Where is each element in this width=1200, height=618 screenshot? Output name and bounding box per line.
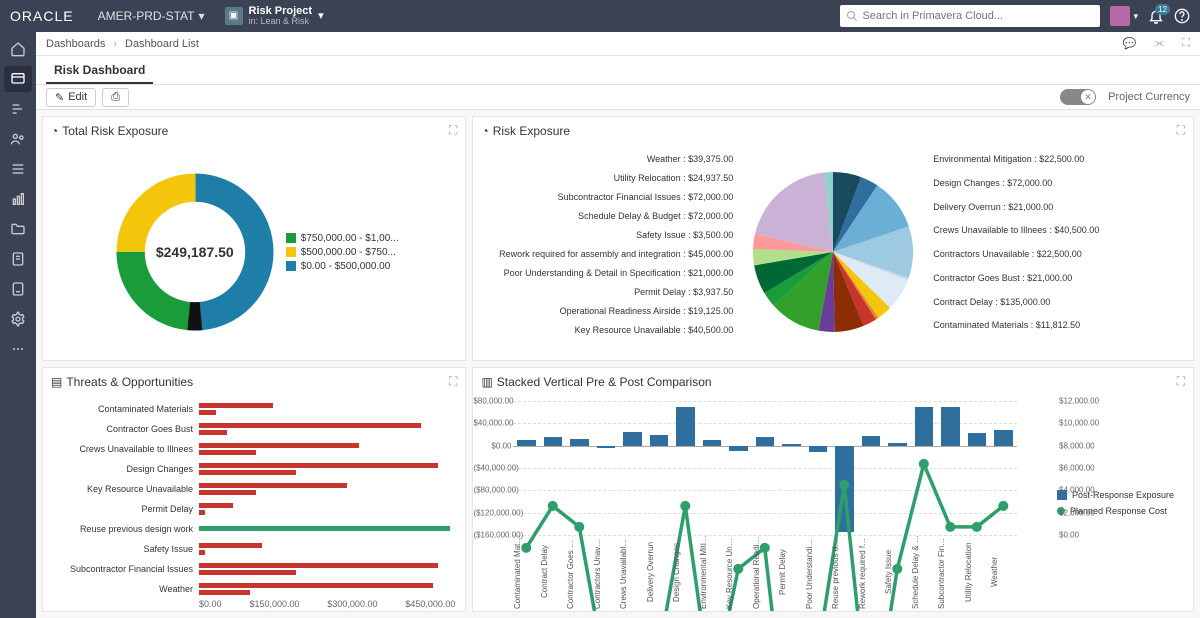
bar-chart-icon: ▥ [481, 375, 492, 389]
avatar-icon [1110, 6, 1130, 26]
edit-button[interactable]: ✎Edit [46, 88, 96, 107]
chevron-down-icon: ▾ [318, 9, 324, 22]
combo-chart: $80,000.00$40,000.00$0.00($40,000.00)($8… [513, 401, 1057, 611]
toggle-knob: ✕ [1081, 90, 1095, 104]
panel-stacked-vertical: ▥ Stacked Vertical Pre & Post Comparison… [472, 367, 1194, 612]
pie-slice-label: Safety Issue : $3,500.00 [636, 230, 733, 240]
expand-icon[interactable]: ⛶ [449, 374, 457, 389]
sidebar-doc2[interactable] [4, 276, 32, 302]
pie-slice-label: Operational Readiness Airside : $19,125.… [560, 306, 734, 316]
project-dropdown[interactable]: ▣ Risk Project in: Lean & Risk ▾ [225, 5, 324, 27]
pie-slice-label: Contractor Goes Bust : $21,000.00 [933, 273, 1072, 283]
avatar-menu[interactable]: ▾ [1110, 6, 1138, 26]
sidebar-doc[interactable] [4, 246, 32, 272]
expand-icon[interactable]: ⛶ [449, 123, 457, 138]
share-icon[interactable]: ⫘ [1154, 37, 1164, 50]
project-icon: ▣ [225, 7, 243, 25]
pie-slice-label: Utility Relocation : $24,937.50 [614, 173, 734, 183]
discussion-icon[interactable]: 💬 [1123, 37, 1137, 50]
sidebar-dashboard[interactable] [4, 66, 32, 92]
sidebar-list[interactable] [4, 156, 32, 182]
dashboard-grid: ◔ Total Risk Exposure ⛶ [36, 110, 1200, 618]
sidebar-settings[interactable] [4, 306, 32, 332]
sidebar-gantt[interactable] [4, 96, 32, 122]
bar-chart-icon: ▤ [51, 375, 62, 389]
panel-title: Risk Exposure [493, 124, 570, 138]
breadcrumb-current[interactable]: Dashboard List [125, 38, 199, 50]
sidebar-chart[interactable] [4, 186, 32, 212]
project-subtitle: in: Lean & Risk [249, 17, 313, 27]
pie-slice-label: Contractors Unavailable : $22,500.00 [933, 249, 1082, 259]
chevron-down-icon: ▾ [1133, 11, 1138, 22]
pie-slice-label: Rework required for assembly and integra… [499, 249, 733, 259]
sidebar-more[interactable] [4, 336, 32, 362]
print-icon: ⎙ [111, 91, 120, 104]
sidebar-home[interactable] [4, 36, 32, 62]
donut-center-value: $249,187.50 [110, 167, 280, 337]
search-icon [846, 10, 858, 22]
sidebar [0, 32, 36, 618]
donut-icon: ◔ [51, 124, 58, 138]
currency-toggle-label: Project Currency [1108, 91, 1190, 103]
pie-slice-label: Delivery Overrun : $21,000.00 [933, 202, 1053, 212]
pie-slice-label: Design Changes : $72,000.00 [933, 178, 1052, 188]
tabs: Risk Dashboard [36, 56, 1200, 84]
notif-badge: 12 [1155, 4, 1170, 15]
help-icon [1174, 8, 1190, 24]
sidebar-people[interactable] [4, 126, 32, 152]
print-button[interactable]: ⎙ [102, 88, 129, 107]
panel-threats-opportunities: ▤ Threats & Opportunities ⛶ Contaminated… [42, 367, 466, 612]
pie-slice-label: Contaminated Materials : $11,812.50 [933, 320, 1080, 330]
breadcrumb: Dashboards › Dashboard List 💬 ⫘ ⛶ [36, 32, 1200, 56]
sidebar-folder[interactable] [4, 216, 32, 242]
search-box[interactable] [840, 5, 1100, 27]
notifications-button[interactable]: 12 [1148, 8, 1164, 24]
pie-slice-label: Schedule Delay & Budget : $72,000.00 [578, 211, 733, 221]
pie-slice-label: Subcontractor Financial Issues : $72,000… [558, 192, 734, 202]
donut-legend: $750,000.00 - $1,00... $500,000.00 - $75… [286, 230, 399, 275]
pie-slice-label: Permit Delay : $3,937.50 [634, 287, 733, 297]
topbar: ORACLE AMER-PRD-STAT ▾ ▣ Risk Project in… [0, 0, 1200, 32]
pie-icon: ◔ [481, 124, 488, 138]
help-button[interactable] [1174, 8, 1190, 24]
pie-chart: Weather : $39,375.00 Utility Relocation :… [473, 144, 1193, 360]
pie-slice-label: Key Resource Unavailable : $40,500.00 [575, 325, 734, 335]
panel-total-risk-exposure: ◔ Total Risk Exposure ⛶ [42, 116, 466, 361]
currency-toggle[interactable]: ✕ [1060, 89, 1096, 105]
chevron-down-icon: ▾ [198, 9, 204, 23]
pie-slice-label: Contract Delay : $135,000.00 [933, 297, 1050, 307]
environment-dropdown[interactable]: AMER-PRD-STAT ▾ [98, 9, 205, 23]
hbar-chart: Contaminated MaterialsContractor Goes Bu… [43, 395, 465, 611]
breadcrumb-sep: › [113, 38, 117, 50]
pie-slice-label: Environmental Mitigation : $22,500.00 [933, 154, 1084, 164]
toolbar: ✎Edit ⎙ ✕ Project Currency [36, 84, 1200, 110]
tab-risk-dashboard[interactable]: Risk Dashboard [46, 58, 153, 84]
panel-risk-exposure: ◔ Risk Exposure ⛶ Weather : $39,375.00 Ut… [472, 116, 1194, 361]
breadcrumb-root[interactable]: Dashboards [46, 38, 105, 50]
search-input[interactable] [862, 10, 1094, 22]
environment-label: AMER-PRD-STAT [98, 9, 195, 23]
pencil-icon: ✎ [55, 91, 64, 104]
pie-slice-label: Crews Unavailable to Illnees : $40,500.0… [933, 225, 1099, 235]
donut-chart: $249,187.50 [110, 167, 280, 337]
panel-title: Total Risk Exposure [62, 124, 168, 138]
pie-slice-label: Poor Understanding & Detail in Specifica… [504, 268, 734, 278]
panel-title: Stacked Vertical Pre & Post Comparison [497, 375, 712, 389]
brand-logo: ORACLE [10, 8, 74, 24]
expand-icon[interactable]: ⛶ [1177, 123, 1185, 138]
panel-title: Threats & Opportunities [66, 375, 193, 389]
expand-icon[interactable]: ⛶ [1182, 37, 1190, 50]
pie-slice-label: Weather : $39,375.00 [647, 154, 733, 164]
expand-icon[interactable]: ⛶ [1177, 374, 1185, 389]
